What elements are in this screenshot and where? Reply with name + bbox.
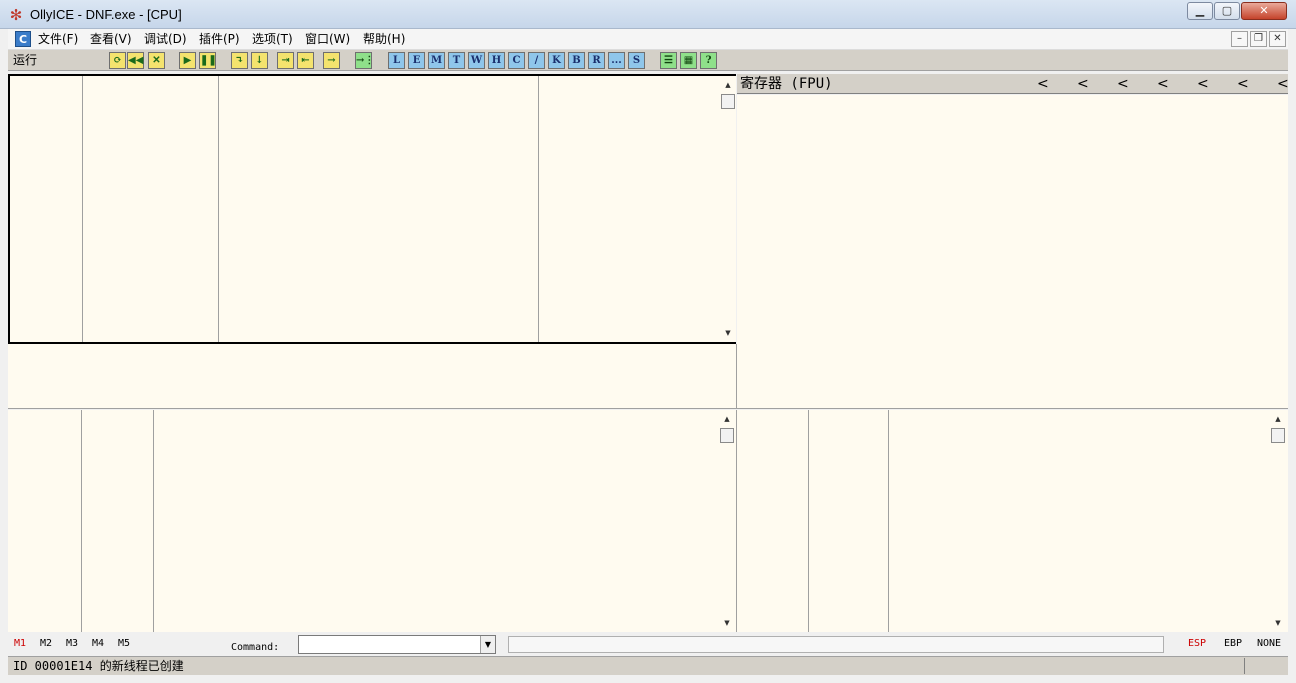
toolbar-memory-map-button[interactable]: M — [428, 52, 445, 69]
minimize-button[interactable]: ▁ — [1187, 2, 1213, 20]
toolbar-close-button[interactable]: ✕ — [148, 52, 165, 69]
stack-pane[interactable]: ▲ ▼ — [737, 410, 1288, 632]
scroll-down-icon[interactable]: ▼ — [1273, 618, 1283, 628]
info-pane — [8, 344, 737, 409]
command-input[interactable]: ▼ — [298, 635, 496, 654]
scroll-down-icon[interactable]: ▼ — [723, 328, 733, 338]
toolbar-run-button[interactable]: ▶ — [179, 52, 196, 69]
toolbar-log-button[interactable]: L — [388, 52, 405, 69]
toolbar-handles-button[interactable]: H — [488, 52, 505, 69]
toolbar-trace-into-button[interactable]: ⇥ — [277, 52, 294, 69]
menu-bar: C 文件(F) 查看(V) 调试(D) 插件(P) 选项(T) 窗口(W) 帮助… — [8, 29, 1288, 50]
toolbar-rewind-button[interactable]: ◀◀ — [127, 52, 144, 69]
chevron-left-icon[interactable]: < — [1277, 75, 1289, 93]
command-label: Command: — [231, 642, 280, 653]
toolbar-list-button[interactable]: ☰ — [660, 52, 677, 69]
toolbar: 运行 ⟳ ◀◀ ✕ ▶ ❚❚ ↴ ↓ ⇥ ⇤ → →⋮ L E M T W H C / K B R... S ☰ ▦? — [8, 50, 1288, 71]
menu-view[interactable]: 查看(V) — [90, 31, 132, 48]
toolbar-threads-button[interactable]: T — [448, 52, 465, 69]
bug-icon: ✻ — [9, 6, 23, 24]
command-bar: M1 M2 M3 M4 M5 Command: ▼ ESP EBP NONE — [8, 633, 1288, 655]
toolbar-step-into-button[interactable]: ↴ — [231, 52, 248, 69]
app-logo-icon[interactable]: C — [15, 31, 31, 47]
chevron-left-icon[interactable]: < — [1237, 75, 1249, 93]
chevron-left-icon[interactable]: < — [1037, 75, 1049, 93]
tab-m4[interactable]: M4 — [92, 638, 104, 649]
scroll-up-icon[interactable]: ▲ — [723, 80, 733, 90]
toolbar-run-trace-button[interactable]: ... — [608, 52, 625, 69]
tab-m3[interactable]: M3 — [66, 638, 78, 649]
stack-ebp-button[interactable]: EBP — [1224, 638, 1242, 649]
toolbar-executable-modules-button[interactable]: E — [408, 52, 425, 69]
scroll-down-icon[interactable]: ▼ — [722, 618, 732, 628]
menu-plugins[interactable]: 插件(P) — [199, 31, 240, 48]
toolbar-windows-button[interactable]: W — [468, 52, 485, 69]
scroll-up-icon[interactable]: ▲ — [1273, 414, 1283, 424]
toolbar-execute-till-return-button[interactable]: → — [323, 52, 340, 69]
tab-m2[interactable]: M2 — [40, 638, 52, 649]
mdi-close-button[interactable]: ✕ — [1269, 31, 1286, 47]
tab-m5[interactable]: M5 — [118, 638, 130, 649]
toolbar-pause-button[interactable]: ❚❚ — [199, 52, 217, 69]
scroll-thumb[interactable] — [721, 94, 735, 109]
menu-options[interactable]: 选项(T) — [252, 31, 293, 48]
registers-pane[interactable] — [737, 95, 1288, 409]
dump-pane[interactable]: ▲ ▼ — [8, 410, 737, 632]
scroll-thumb[interactable] — [1271, 428, 1285, 443]
chevron-left-icon[interactable]: < — [1157, 75, 1169, 93]
toolbar-source-button[interactable]: S — [628, 52, 645, 69]
toolbar-patches-button[interactable]: / — [528, 52, 545, 69]
chevron-down-icon[interactable]: ▼ — [480, 636, 495, 653]
toolbar-call-stack-button[interactable]: K — [548, 52, 565, 69]
toolbar-cpu-button[interactable]: C — [508, 52, 525, 69]
mdi-restore-button[interactable]: ❐ — [1250, 31, 1267, 47]
status-text: ID 00001E14 的新线程已创建 — [13, 659, 184, 673]
scroll-up-icon[interactable]: ▲ — [722, 414, 732, 424]
maximize-button[interactable]: ▢ — [1214, 2, 1240, 20]
toolbar-trace-over-button[interactable]: ⇤ — [297, 52, 314, 69]
stack-esp-button[interactable]: ESP — [1188, 638, 1206, 649]
chevron-left-icon[interactable]: < — [1077, 75, 1089, 93]
disassembly-pane[interactable]: ▲ ▼ — [8, 74, 736, 344]
toolbar-goto-origin-button[interactable]: →⋮ — [355, 52, 374, 69]
tab-m1[interactable]: M1 — [14, 638, 26, 649]
disassembly-scrollbar[interactable]: ▲ ▼ — [720, 76, 736, 342]
title-bar[interactable]: ✻ OllyICE - DNF.exe - [CPU] ▁ ▢ ✕ — [0, 0, 1296, 29]
stack-none-button[interactable]: NONE — [1257, 638, 1281, 649]
toolbar-references-button[interactable]: R — [588, 52, 605, 69]
scroll-thumb[interactable] — [720, 428, 734, 443]
registers-title: 寄存器 (FPU) — [740, 76, 833, 92]
registers-header[interactable]: 寄存器 (FPU) < < < < < < < — [737, 74, 1289, 94]
run-status-label: 运行 — [13, 53, 38, 67]
toolbar-help-button[interactable]: ? — [700, 52, 717, 69]
toolbar-step-over-button[interactable]: ↓ — [251, 52, 268, 69]
mdi-minimize-button[interactable]: – — [1231, 31, 1248, 47]
window-title: OllyICE - DNF.exe - [CPU] — [30, 7, 182, 22]
menu-debug[interactable]: 调试(D) — [144, 31, 187, 48]
stack-scrollbar[interactable]: ▲ ▼ — [1270, 410, 1286, 632]
status-bar: ID 00001E14 的新线程已创建 — [8, 656, 1288, 675]
menu-window[interactable]: 窗口(W) — [305, 31, 350, 48]
toolbar-breakpoints-button[interactable]: B — [568, 52, 585, 69]
menu-help[interactable]: 帮助(H) — [363, 31, 405, 48]
command-result-field — [508, 636, 1164, 653]
toolbar-grid-button[interactable]: ▦ — [680, 52, 697, 69]
close-button[interactable]: ✕ — [1241, 2, 1287, 20]
menu-file[interactable]: 文件(F) — [38, 31, 78, 48]
dump-scrollbar[interactable]: ▲ ▼ — [719, 410, 735, 632]
chevron-left-icon[interactable]: < — [1117, 75, 1129, 93]
chevron-left-icon[interactable]: < — [1197, 75, 1209, 93]
toolbar-restart-button[interactable]: ⟳ — [109, 52, 126, 69]
